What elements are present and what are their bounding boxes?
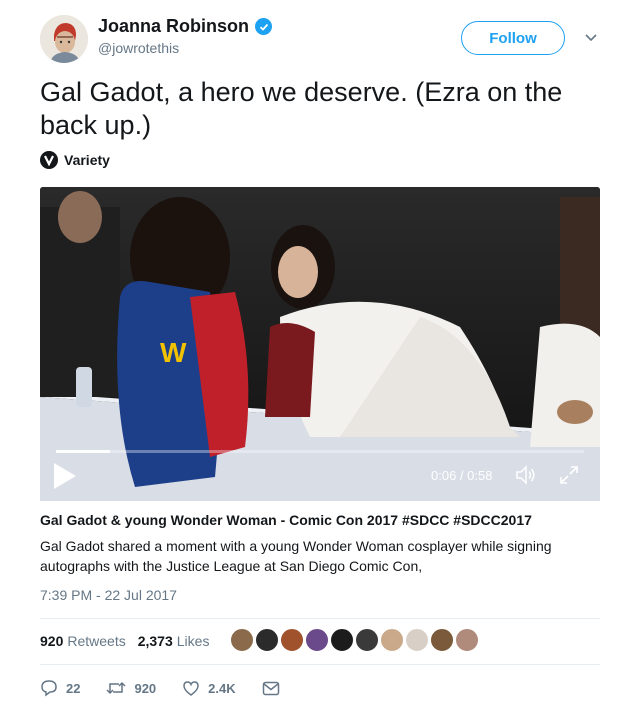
liker-avatar-icon[interactable] <box>230 628 254 652</box>
tweet-stats: 920 Retweets 2,373 Likes <box>40 633 221 649</box>
video-progress-track[interactable] <box>56 450 584 453</box>
divider <box>40 664 600 665</box>
media-source[interactable]: Variety <box>40 151 110 169</box>
video-progress-fill <box>56 450 111 453</box>
direct-message-button[interactable] <box>262 681 280 696</box>
chevron-down-icon[interactable] <box>584 33 598 43</box>
retweet-label[interactable]: Retweets <box>67 633 125 649</box>
liker-avatar-icon[interactable] <box>355 628 379 652</box>
divider <box>40 618 600 619</box>
avatar-illustration <box>40 15 88 63</box>
like-label[interactable]: Likes <box>177 633 210 649</box>
user-handle[interactable]: @jowrotethis <box>98 40 179 56</box>
display-name[interactable]: Joanna Robinson <box>98 16 249 37</box>
reply-count: 22 <box>66 680 81 696</box>
tweet-text: Gal Gadot, a hero we deserve. (Ezra on t… <box>40 77 563 140</box>
volume-icon[interactable] <box>514 463 538 487</box>
verified-badge-icon <box>255 18 273 35</box>
tweet-actions: 22 920 2.4K <box>40 679 306 697</box>
name-row[interactable]: Joanna Robinson <box>98 16 273 37</box>
source-name: Variety <box>64 152 110 168</box>
card-title[interactable]: Gal Gadot & young Wonder Woman - Comic C… <box>40 512 532 528</box>
liker-avatar-icon[interactable] <box>280 628 304 652</box>
retweet-action-count: 920 <box>134 680 157 696</box>
liker-avatar-icon[interactable] <box>455 628 479 652</box>
follow-button[interactable]: Follow <box>461 21 565 55</box>
fullscreen-icon[interactable] <box>558 464 580 486</box>
card-description: Gal Gadot shared a moment with a young W… <box>40 538 552 574</box>
svg-text:W: W <box>160 337 187 368</box>
reply-icon <box>41 680 57 697</box>
liker-avatar-icon[interactable] <box>305 628 329 652</box>
retweet-count[interactable]: 920 <box>40 633 63 649</box>
like-count[interactable]: 2,373 <box>138 633 173 649</box>
heart-icon <box>183 680 199 696</box>
retweet-button[interactable]: 920 <box>106 679 156 697</box>
liker-avatar-icon[interactable] <box>330 628 354 652</box>
reply-button[interactable]: 22 <box>40 679 80 697</box>
liker-avatar-icon[interactable] <box>405 628 429 652</box>
liker-avatars <box>230 628 480 652</box>
envelope-icon <box>262 681 279 695</box>
play-icon[interactable] <box>52 461 78 491</box>
liker-avatar-icon[interactable] <box>430 628 454 652</box>
video-frame: W <box>40 187 600 501</box>
liker-avatar-icon[interactable] <box>380 628 404 652</box>
profile-avatar[interactable] <box>40 15 88 63</box>
like-button[interactable]: 2.4K <box>182 680 236 697</box>
liker-avatar-icon[interactable] <box>255 628 279 652</box>
variety-logo-icon <box>40 151 58 169</box>
like-action-count: 2.4K <box>208 680 236 696</box>
video-player[interactable]: W 0:06 / 0:58 <box>40 187 600 501</box>
tweet-timestamp[interactable]: 7:39 PM - 22 Jul 2017 <box>40 587 177 603</box>
video-time: 0:06 / 0:58 <box>431 468 493 483</box>
retweet-icon <box>106 681 126 695</box>
